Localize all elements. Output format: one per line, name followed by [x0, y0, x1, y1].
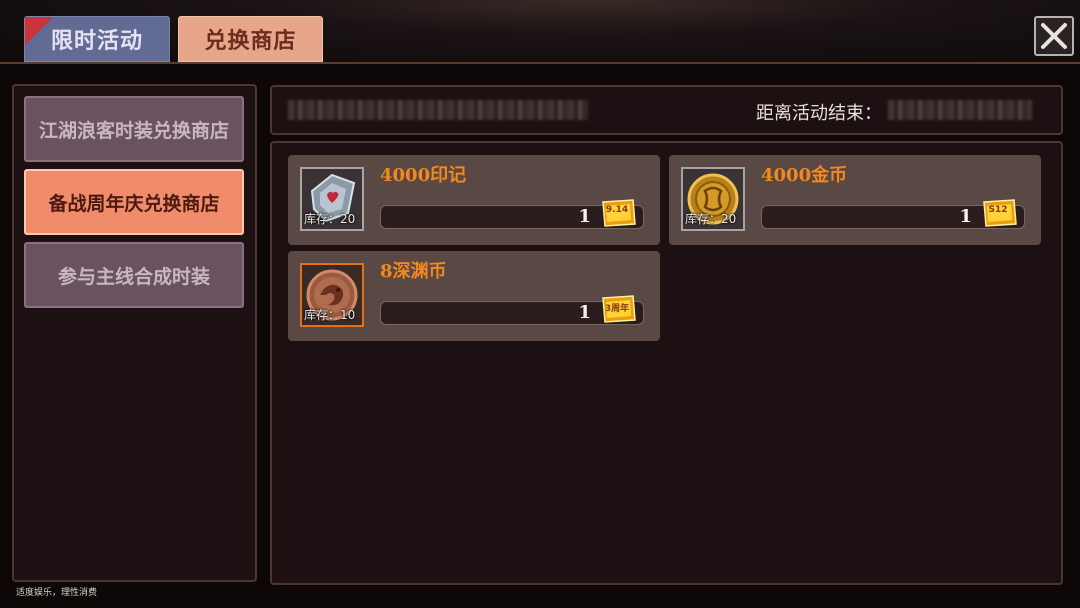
top-bar: 限时活动 兑换商店 [0, 0, 1080, 64]
item-icon-frame: 库存：10 [300, 263, 364, 327]
shop-sidebar: 江湖浪客时装兑换商店 备战周年庆兑换商店 参与主线合成时装 [12, 84, 257, 582]
tab-exchange-shop[interactable]: 兑换商店 [178, 16, 323, 62]
sidebar-item-label: 江湖浪客时装兑换商店 [38, 119, 229, 142]
quantity-field[interactable]: 1 9.14 [380, 199, 644, 229]
new-corner-badge [25, 17, 53, 45]
tab-limited-events[interactable]: 限时活动 [24, 16, 170, 62]
tab-label: 限时活动 [50, 28, 143, 54]
pixelated-countdown-value [888, 100, 1032, 120]
quantity-value: 1 [959, 206, 972, 227]
quantity-field[interactable]: 1 S12 [761, 199, 1025, 229]
quantity-field[interactable]: 1 3周年 [380, 295, 644, 325]
shop-item-card[interactable]: 库存：10 8深渊币 1 3周年 [288, 251, 660, 341]
item-name: 8深渊币 [380, 261, 447, 282]
shop-item-card[interactable]: 库存：20 4000印记 1 9.14 [288, 155, 660, 245]
ticket-label: 9.14 [605, 205, 629, 215]
event-info-bar: 距离活动结束： [270, 85, 1063, 135]
sidebar-item-anniversary-shop[interactable]: 备战周年庆兑换商店 [24, 169, 244, 235]
sidebar-item-jianghu-shop[interactable]: 江湖浪客时装兑换商店 [24, 96, 244, 162]
stock-count: 库存：10 [304, 308, 356, 322]
health-notice: 适度娱乐，理性消费 [16, 588, 98, 598]
exchange-ticket-button[interactable]: 9.14 [599, 198, 637, 228]
item-name: 4000印记 [380, 165, 467, 186]
exchange-ticket-button[interactable]: S12 [980, 198, 1018, 228]
stock-count: 库存：20 [304, 212, 356, 226]
ticket-label: 3周年 [604, 304, 630, 314]
stock-count: 库存：20 [685, 212, 737, 226]
shop-item-card[interactable]: 库存：20 4000金币 1 S12 [669, 155, 1041, 245]
quantity-value: 1 [578, 302, 591, 323]
shop-item-grid: 库存：20 4000印记 1 9.14 库存：20 4000金币 1 S12 库… [270, 141, 1063, 585]
quantity-value: 1 [578, 206, 591, 227]
item-icon-frame: 库存：20 [300, 167, 364, 231]
countdown-label: 距离活动结束： [756, 103, 882, 124]
tab-label: 兑换商店 [204, 28, 297, 54]
sidebar-item-label: 备战周年庆兑换商店 [48, 192, 220, 215]
close-button[interactable] [1034, 16, 1074, 56]
sidebar-item-label: 参与主线合成时装 [57, 265, 210, 288]
item-name: 4000金币 [761, 165, 848, 186]
pixelated-event-title [288, 100, 588, 120]
close-icon [1041, 23, 1067, 49]
ticket-label: S12 [988, 205, 1008, 215]
sidebar-item-mainline-fashion[interactable]: 参与主线合成时装 [24, 242, 244, 308]
item-icon-frame: 库存：20 [681, 167, 745, 231]
exchange-ticket-button[interactable]: 3周年 [599, 294, 637, 324]
